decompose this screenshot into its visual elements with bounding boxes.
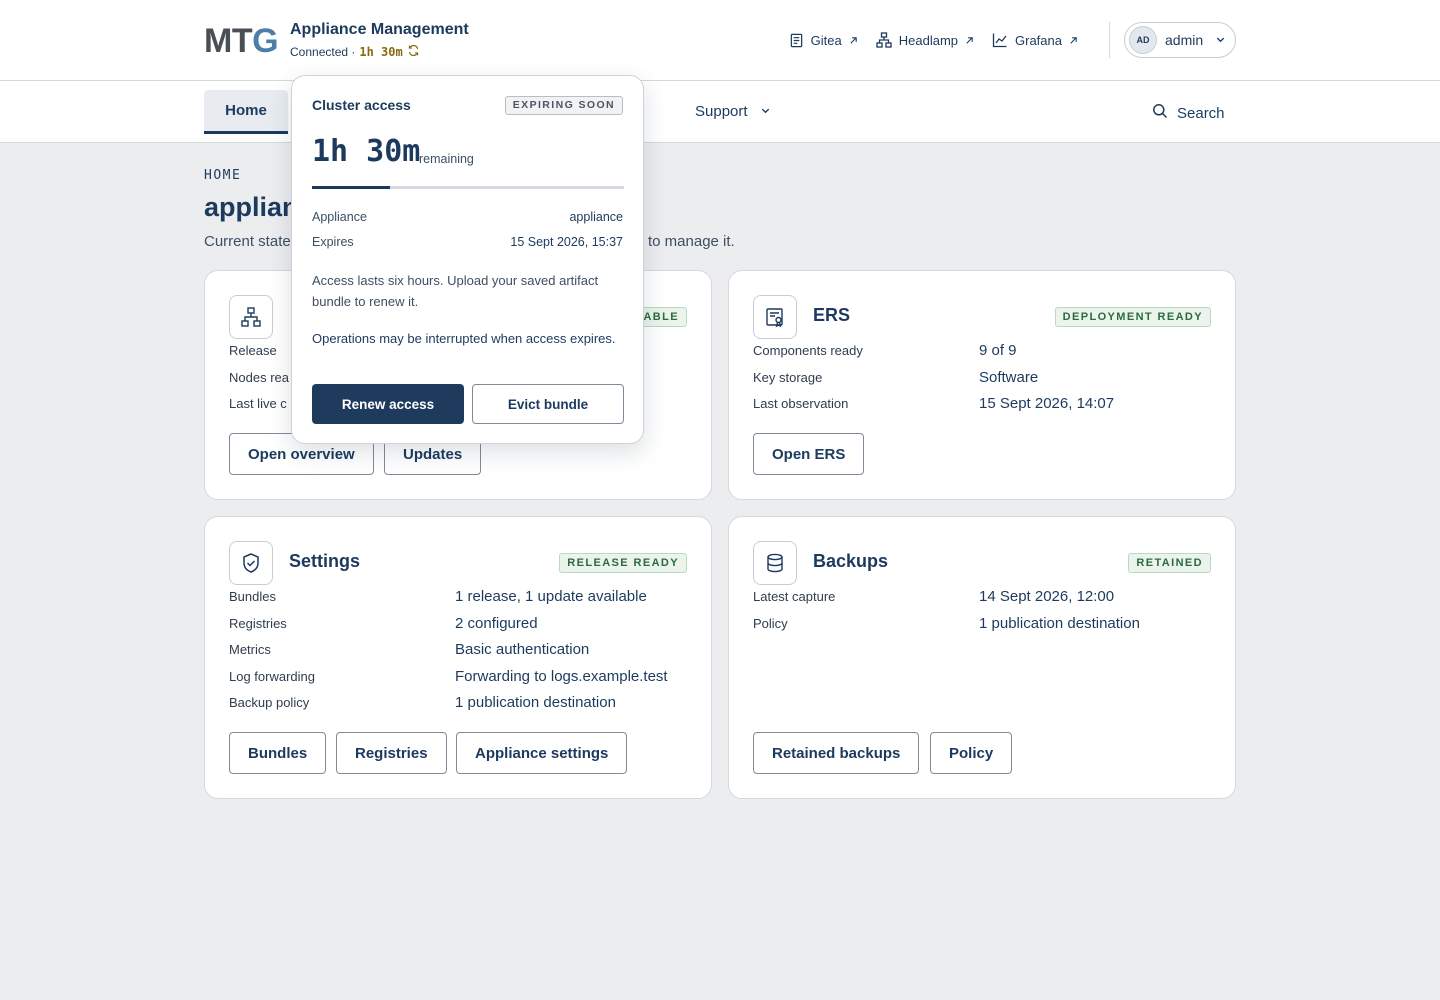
row-value: Basic authentication <box>455 641 590 658</box>
external-arrow-icon <box>965 36 974 45</box>
row-label: Release <box>229 343 277 358</box>
row-value: 1 publication destination <box>455 694 616 711</box>
row-label: Nodes rea <box>229 370 289 385</box>
hierarchy-icon <box>229 295 273 339</box>
document-icon <box>789 33 804 48</box>
access-progress-bar <box>312 186 624 189</box>
renew-access-button[interactable]: Renew access <box>312 384 464 424</box>
row-value: 9 of 9 <box>979 342 1017 359</box>
page-title: applian <box>204 192 299 222</box>
tab-home[interactable]: Home <box>204 90 288 134</box>
app-title: Appliance Management <box>290 21 469 38</box>
row-label: Metrics <box>229 642 271 657</box>
support-label: Support <box>695 103 748 120</box>
row-label: Latest capture <box>753 589 836 604</box>
row-value: appliance <box>569 210 623 224</box>
access-timer[interactable]: 1h 30m <box>359 45 402 59</box>
open-ers-button[interactable]: Open ERS <box>753 433 865 475</box>
logo[interactable]: MTG <box>204 22 279 60</box>
page-description: Current state <box>204 233 291 250</box>
external-arrow-icon <box>1069 36 1078 45</box>
user-menu[interactable]: AD admin <box>1124 22 1236 58</box>
gitea-link[interactable]: Gitea <box>789 32 858 48</box>
chevron-down-icon <box>760 103 771 120</box>
status-badge: DEPLOYMENT READY <box>1054 307 1211 327</box>
logo-text-right: G <box>252 22 279 60</box>
search-button[interactable]: Search <box>1152 103 1225 123</box>
grafana-link[interactable]: Grafana <box>992 32 1078 48</box>
row-value: 1 release, 1 update available <box>455 588 647 605</box>
username: admin <box>1165 32 1204 48</box>
tab-support[interactable]: Support <box>695 103 771 120</box>
policy-button[interactable]: Policy <box>930 732 1013 774</box>
appliance-settings-button[interactable]: Appliance settings <box>456 732 628 774</box>
row-value: 15 Sept 2026, 15:37 <box>510 235 623 249</box>
breadcrumb[interactable]: HOME <box>204 168 241 183</box>
avatar: AD <box>1129 26 1157 54</box>
headlamp-label: Headlamp <box>898 32 959 48</box>
search-icon <box>1152 103 1168 123</box>
database-icon <box>753 541 797 585</box>
row-label: Log forwarding <box>229 669 315 684</box>
backups-card: Backups RETAINED Latest capture 14 Sept … <box>728 516 1236 799</box>
retained-backups-button[interactable]: Retained backups <box>753 732 920 774</box>
connection-label: Connected · <box>290 45 356 59</box>
refresh-icon[interactable] <box>407 44 420 60</box>
hierarchy-icon <box>876 32 892 48</box>
row-value: 15 Sept 2026, 14:07 <box>979 395 1115 412</box>
external-links: Gitea Headlamp Grafana <box>789 32 1078 48</box>
certificate-icon <box>753 295 797 339</box>
row-label: Components ready <box>753 343 863 358</box>
remaining-time: 1h 30m <box>312 134 421 169</box>
row-label: Backup policy <box>229 695 310 710</box>
connection-status: Connected · 1h 30m <box>290 44 420 60</box>
evict-bundle-button[interactable]: Evict bundle <box>472 384 624 424</box>
row-label: Bundles <box>229 589 276 604</box>
line-chart-icon <box>992 32 1008 48</box>
header-divider <box>1109 22 1110 58</box>
headlamp-link[interactable]: Headlamp <box>876 32 974 48</box>
row-value: Software <box>979 369 1039 386</box>
row-label: Last live c <box>229 396 287 411</box>
settings-card: Settings RELEASE READY Bundles 1 release… <box>204 516 712 799</box>
cluster-access-popover: Cluster access EXPIRING SOON 1h 30m rema… <box>291 75 644 444</box>
row-label: Appliance <box>312 210 367 224</box>
shield-check-icon <box>229 541 273 585</box>
access-note: Access lasts six hours. Upload your save… <box>312 273 599 309</box>
search-label: Search <box>1177 104 1225 122</box>
row-label: Key storage <box>753 370 823 385</box>
row-label: Registries <box>229 616 287 631</box>
page-description-tail: to manage it. <box>648 233 735 250</box>
logo-text-left: MT <box>204 22 253 60</box>
status-badge: EXPIRING SOON <box>504 96 623 115</box>
remaining-label: remaining <box>419 152 474 166</box>
main-nav: Home Support Search <box>0 81 1440 143</box>
status-badge: RELEASE READY <box>559 553 687 573</box>
ers-card: ERS DEPLOYMENT READY Components ready 9 … <box>728 270 1236 500</box>
grafana-label: Grafana <box>1015 32 1062 48</box>
gitea-label: Gitea <box>810 32 842 48</box>
popover-title: Cluster access <box>312 97 411 113</box>
progress-fill <box>312 186 390 189</box>
top-header: MTG Appliance Management Connected · 1h … <box>0 0 1440 81</box>
expiry-warning: Operations may be interrupted when acces… <box>312 331 616 346</box>
card-title: Backups <box>813 551 889 571</box>
card-title: ERS <box>813 305 851 325</box>
row-label: Expires <box>312 235 354 249</box>
bundles-button[interactable]: Bundles <box>229 732 327 774</box>
row-label: Policy <box>753 616 788 631</box>
card-title: Settings <box>289 551 361 571</box>
row-value: 2 configured <box>455 615 538 632</box>
row-value: 1 publication destination <box>979 615 1140 632</box>
chevron-down-icon <box>1215 32 1226 48</box>
row-value: 14 Sept 2026, 12:00 <box>979 588 1115 605</box>
row-label: Last observation <box>753 396 849 411</box>
registries-button[interactable]: Registries <box>336 732 447 774</box>
external-arrow-icon <box>849 36 858 45</box>
row-value: Forwarding to logs.example.test <box>455 668 668 685</box>
status-badge: RETAINED <box>1128 553 1211 573</box>
